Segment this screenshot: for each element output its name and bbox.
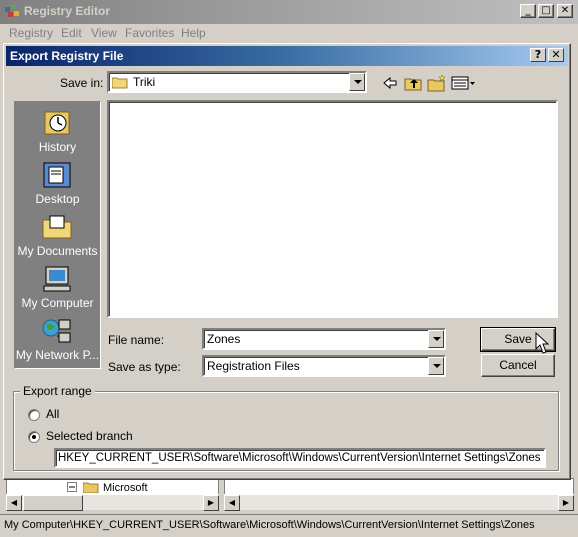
chevron-down-icon[interactable]	[349, 73, 365, 91]
file-list-view[interactable]	[107, 100, 558, 318]
selected-branch-radio[interactable]	[28, 431, 40, 443]
mouse-cursor-icon	[535, 332, 550, 354]
maximize-button[interactable]: □	[538, 4, 554, 18]
save-in-label: Save in:	[60, 76, 104, 90]
scroll-thumb[interactable]	[23, 495, 83, 511]
values-scroll-right-arrow[interactable]: ▶	[558, 495, 574, 511]
chevron-down-icon[interactable]	[428, 357, 444, 375]
menu-view[interactable]: View	[91, 26, 117, 40]
save-in-value: Triki	[133, 75, 156, 89]
status-bar: My Computer\HKEY_CURRENT_USER\Software\M…	[0, 514, 578, 537]
export-registry-dialog: Export Registry File ? ✕ Save in: Triki	[3, 43, 571, 480]
branch-path-input[interactable]: HKEY_CURRENT_USER\Software\Microsoft\Win…	[54, 448, 546, 468]
new-folder-icon[interactable]	[427, 74, 447, 92]
menu-favorites[interactable]: Favorites	[125, 26, 174, 40]
menu-edit[interactable]: Edit	[61, 26, 82, 40]
scroll-right-arrow[interactable]: ▶	[203, 495, 219, 511]
status-path: My Computer\HKEY_CURRENT_USER\Software\M…	[4, 519, 535, 531]
dialog-title-bar[interactable]: Export Registry File ? ✕	[6, 46, 568, 66]
my-computer-icon	[43, 266, 71, 292]
tree-horizontal-scrollbar[interactable]: ◀ ▶	[6, 494, 219, 511]
places-my-documents-label: My Documents	[17, 244, 98, 258]
save-as-type-dropdown[interactable]: Registration Files	[202, 355, 446, 377]
file-name-combobox[interactable]: Zones	[202, 328, 446, 350]
export-range-group: Export range All Selected branch HKEY_CU…	[13, 384, 559, 471]
main-title-bar[interactable]: Registry Editor _ □ ✕	[0, 0, 578, 24]
registry-editor-icon	[5, 5, 19, 17]
save-in-dropdown[interactable]: Triki	[107, 71, 367, 93]
file-name-value[interactable]: Zones	[207, 332, 240, 346]
places-history-label: History	[38, 140, 77, 154]
my-documents-icon	[42, 215, 72, 239]
up-one-level-icon[interactable]	[403, 74, 423, 92]
all-radio[interactable]	[28, 409, 40, 421]
menu-bar: Registry Edit View Favorites Help	[0, 24, 578, 42]
file-name-label: File name:	[108, 333, 165, 347]
dialog-close-button[interactable]: ✕	[548, 48, 564, 62]
places-my-network-label: My Network P...	[15, 348, 100, 362]
tree-item-microsoft[interactable]: Microsoft	[103, 482, 148, 494]
places-history[interactable]: History	[15, 106, 100, 158]
places-my-computer-label: My Computer	[21, 296, 94, 310]
export-range-legend: Export range	[20, 384, 95, 398]
places-bar: History Desktop My Documents My Computer…	[14, 101, 101, 369]
places-my-documents[interactable]: My Documents	[15, 210, 100, 262]
save-as-type-label: Save as type:	[108, 360, 181, 374]
main-window-title: Registry Editor	[24, 4, 111, 18]
chevron-down-icon[interactable]	[428, 330, 444, 348]
menu-registry[interactable]: Registry	[9, 26, 53, 40]
dialog-title: Export Registry File	[10, 49, 124, 63]
main-close-button[interactable]: ✕	[557, 4, 573, 18]
desktop-icon	[43, 162, 71, 188]
branch-path-value[interactable]: HKEY_CURRENT_USER\Software\Microsoft\Win…	[58, 452, 541, 464]
view-menu-icon[interactable]	[451, 74, 477, 92]
folder-icon	[83, 482, 99, 493]
all-radio-label[interactable]: All	[46, 407, 59, 421]
places-desktop-label: Desktop	[35, 192, 80, 206]
minimize-button[interactable]: _	[520, 4, 536, 18]
history-icon	[44, 111, 70, 135]
folder-icon	[112, 77, 128, 89]
places-my-computer[interactable]: My Computer	[15, 262, 100, 314]
places-my-network[interactable]: My Network P...	[15, 314, 100, 366]
tree-expand-icon[interactable]	[67, 482, 77, 492]
my-network-places-icon	[42, 319, 71, 343]
menu-help[interactable]: Help	[181, 26, 206, 40]
scroll-left-arrow[interactable]: ◀	[6, 495, 22, 511]
selected-branch-label[interactable]: Selected branch	[46, 429, 133, 443]
save-as-type-value: Registration Files	[207, 359, 300, 373]
places-desktop[interactable]: Desktop	[15, 158, 100, 210]
cancel-button[interactable]: Cancel	[481, 354, 555, 377]
values-horizontal-scrollbar[interactable]: ◀ ▶	[224, 494, 574, 511]
values-scroll-left-arrow[interactable]: ◀	[224, 495, 240, 511]
help-button[interactable]: ?	[530, 48, 546, 62]
back-icon[interactable]	[380, 74, 400, 92]
